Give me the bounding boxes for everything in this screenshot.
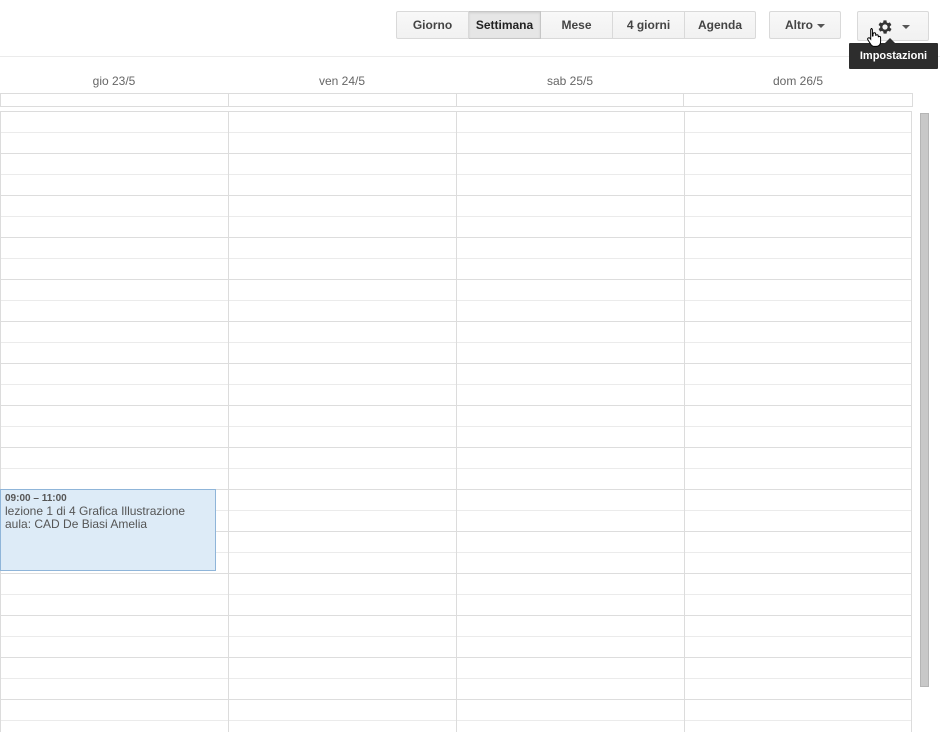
more-button-label: Altro bbox=[785, 18, 813, 32]
calendar-event[interactable]: 09:00 – 11:00 lezione 1 di 4 Grafica Ill… bbox=[0, 489, 216, 571]
day-header-fri[interactable]: ven 24/5 bbox=[228, 70, 456, 92]
view-switcher: Giorno Settimana Mese 4 giorni Agenda bbox=[396, 11, 756, 39]
all-day-cell[interactable] bbox=[457, 94, 685, 106]
calendar-toolbar: Giorno Settimana Mese 4 giorni Agenda Al… bbox=[0, 0, 940, 69]
day-header-row: gio 23/5 ven 24/5 sab 25/5 dom 26/5 bbox=[0, 70, 912, 92]
hand-cursor-icon bbox=[866, 27, 882, 52]
view-week-button[interactable]: Settimana bbox=[469, 11, 541, 39]
chevron-down-icon bbox=[817, 23, 825, 28]
view-agenda-button[interactable]: Agenda bbox=[685, 11, 756, 39]
all-day-cell[interactable] bbox=[1, 94, 229, 106]
view-month-button[interactable]: Mese bbox=[541, 11, 613, 39]
day-header-thu[interactable]: gio 23/5 bbox=[0, 70, 228, 92]
more-button[interactable]: Altro bbox=[769, 11, 841, 39]
view-day-button[interactable]: Giorno bbox=[396, 11, 469, 39]
all-day-row[interactable] bbox=[0, 93, 913, 107]
column-divider bbox=[911, 112, 912, 732]
column-divider bbox=[0, 112, 1, 732]
column-divider bbox=[684, 112, 685, 732]
time-grid[interactable] bbox=[0, 111, 912, 732]
chevron-down-icon bbox=[901, 24, 910, 29]
scrollbar-thumb[interactable] bbox=[920, 113, 929, 687]
settings-tooltip: Impostazioni bbox=[849, 38, 938, 69]
event-location: aula: CAD De Biasi Amelia bbox=[5, 517, 148, 531]
all-day-cell[interactable] bbox=[684, 94, 912, 106]
day-header-sat[interactable]: sab 25/5 bbox=[456, 70, 684, 92]
column-divider bbox=[456, 112, 457, 732]
all-day-cell[interactable] bbox=[229, 94, 457, 106]
day-header-sun[interactable]: dom 26/5 bbox=[684, 70, 912, 92]
view-4days-button[interactable]: 4 giorni bbox=[613, 11, 685, 39]
column-divider bbox=[228, 112, 229, 732]
